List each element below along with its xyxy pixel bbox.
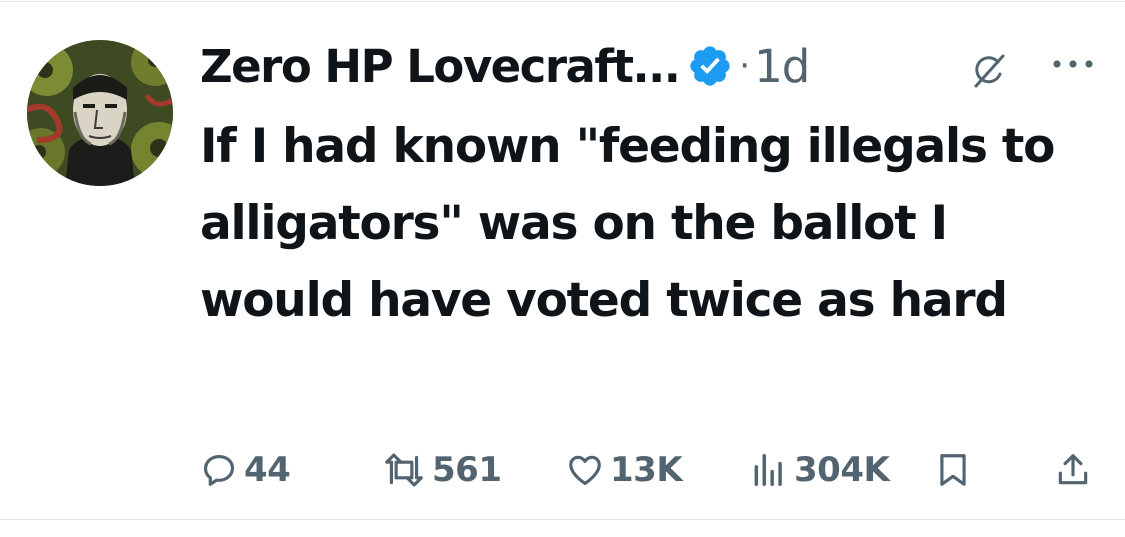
share-button[interactable] [1054,445,1092,495]
separator-dot: · [739,46,751,86]
verified-badge-icon[interactable] [687,43,733,89]
views-button[interactable]: 304K [750,445,890,495]
bottom-divider [0,519,1125,520]
grok-icon[interactable] [970,52,1008,90]
repost-count: 561 [432,450,502,490]
tweet[interactable]: Zero HP Lovecraft... · 1d If I had known… [0,0,1125,537]
reply-icon [203,454,235,486]
tweet-timestamp[interactable]: 1d [754,40,810,93]
heart-icon [569,455,601,486]
author-display-name[interactable]: Zero HP Lovecraft... [200,40,681,93]
bookmark-icon [940,454,966,486]
repost-button[interactable]: 561 [382,445,502,495]
like-count: 13K [610,450,683,490]
views-chart-icon [754,454,782,486]
tweet-header: Zero HP Lovecraft... · 1d [200,34,810,98]
more-options-icon[interactable] [1050,56,1096,70]
repost-icon [385,453,423,487]
bookmark-button[interactable] [934,445,972,495]
tweet-text: If I had known "feeding illegals to alli… [200,119,1055,328]
avatar-image [27,40,173,186]
like-button[interactable]: 13K [566,445,683,495]
tweet-actions: 44 561 13K 304K [0,445,1125,495]
avatar[interactable] [27,40,173,186]
reply-button[interactable]: 44 [200,445,291,495]
view-count: 304K [794,450,890,490]
share-icon [1058,454,1088,485]
reply-count: 44 [244,450,291,490]
